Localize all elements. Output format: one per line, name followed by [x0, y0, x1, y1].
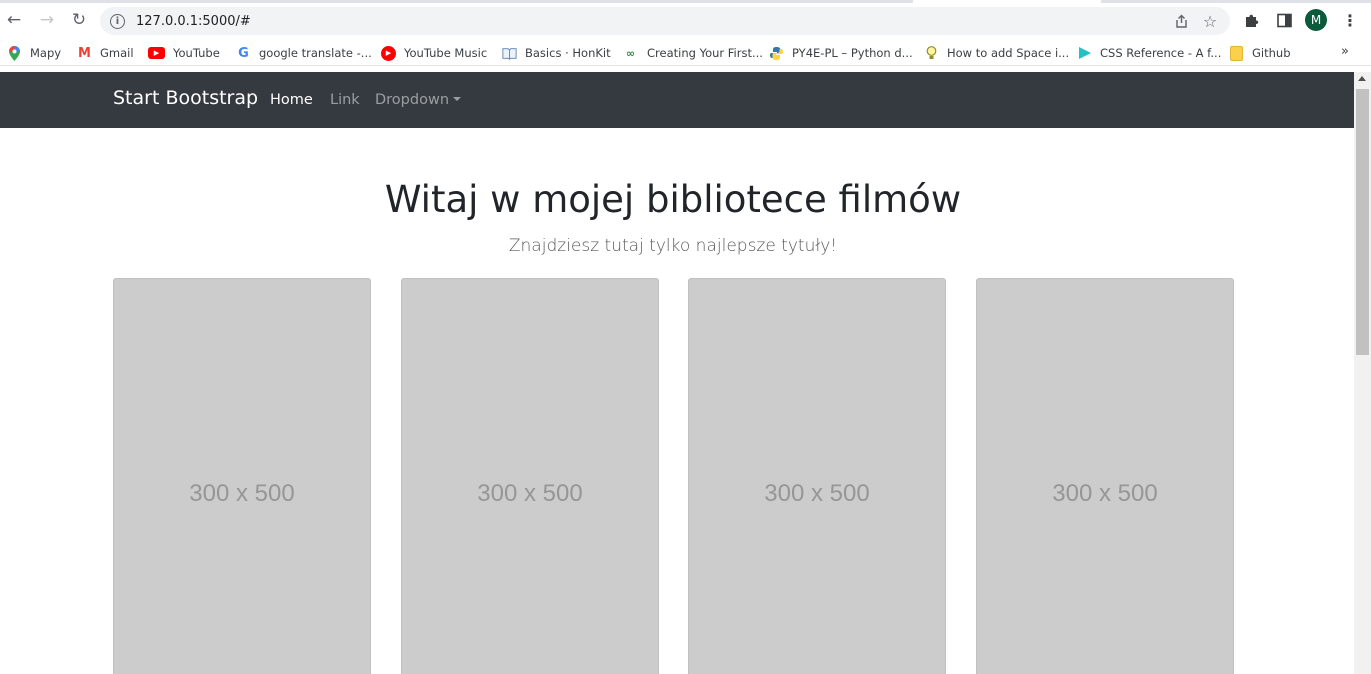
bookmark-label: Mapy	[30, 46, 62, 60]
poster-placeholder-text: 300 x 500	[1052, 480, 1158, 507]
page-title: Witaj w mojej bibliotece filmów	[384, 178, 962, 221]
book-icon	[502, 46, 517, 61]
star-icon[interactable]: ☆	[1200, 11, 1220, 31]
page-viewport: Start Bootstrap Home Link Dropdown Witaj…	[0, 72, 1354, 674]
vertical-scrollbar[interactable]	[1354, 72, 1371, 674]
bookmark-label: PY4E-PL – Python d...	[792, 46, 913, 60]
bookmark-label: YouTube	[173, 46, 220, 60]
poster-placeholder-text: 300 x 500	[477, 480, 583, 507]
bookmark-label: Gmail	[100, 46, 134, 60]
youtube-music-icon: ▶	[381, 45, 396, 61]
youtube-icon: ▶	[148, 47, 165, 59]
bookmark-honkit[interactable]: Basics · HonKit	[502, 44, 611, 62]
bookmark-label: Basics · HonKit	[525, 46, 611, 60]
bookmark-label: Github	[1252, 46, 1291, 60]
browser-toolbar: ← → ↻ i 127.0.0.1:5000/# ☆ M ⋮	[0, 0, 1371, 40]
bookmark-py4e[interactable]: PY4E-PL – Python d...	[769, 44, 913, 62]
bookmark-label: CSS Reference - A f...	[1100, 46, 1222, 60]
nav-link-home[interactable]: Home	[270, 92, 313, 108]
side-panel-icon[interactable]	[1273, 9, 1295, 31]
bookmark-label: How to add Space i...	[947, 46, 1070, 60]
more-bookmarks-chevron-icon[interactable]: »	[1341, 44, 1349, 59]
bookmark-mapy[interactable]: Mapy	[7, 44, 61, 62]
bookmark-creating-your-first[interactable]: ∞ Creating Your First...	[622, 44, 763, 62]
profile-avatar[interactable]: M	[1305, 9, 1327, 31]
url-text[interactable]: 127.0.0.1:5000/#	[136, 14, 251, 29]
maps-pin-icon	[7, 45, 22, 61]
movie-card[interactable]: 300 x 500	[401, 278, 659, 674]
bookmark-gmail[interactable]: M Gmail	[77, 44, 134, 62]
nav-dropdown-label: Dropdown	[375, 92, 450, 108]
gfg-icon: ∞	[625, 46, 636, 60]
movie-card[interactable]: 300 x 500	[976, 278, 1234, 674]
page-subtitle: Znajdziesz tutaj tylko najlepsze tytuły!	[508, 236, 838, 256]
bookmark-label: Creating Your First...	[647, 46, 763, 60]
share-icon[interactable]	[1171, 11, 1191, 31]
movie-card[interactable]: 300 x 500	[113, 278, 371, 674]
puzzle-icon[interactable]	[1241, 9, 1263, 31]
back-icon[interactable]: ←	[3, 9, 25, 31]
reload-icon[interactable]: ↻	[68, 9, 90, 31]
bookmarks-bar: Mapy M Gmail ▶ YouTube G google translat…	[0, 40, 1371, 66]
bookmark-youtube-music[interactable]: ▶ YouTube Music	[381, 44, 487, 62]
nav-link-link[interactable]: Link	[330, 92, 360, 108]
movie-card[interactable]: 300 x 500	[688, 278, 946, 674]
bookmark-label: google translate -...	[259, 46, 372, 60]
bookmark-css-reference[interactable]: CSS Reference - A f...	[1077, 44, 1221, 62]
info-icon[interactable]: i	[110, 13, 125, 29]
forward-icon[interactable]: →	[36, 9, 58, 31]
navbar-brand[interactable]: Start Bootstrap	[113, 87, 258, 109]
bookmark-label: YouTube Music	[404, 46, 488, 60]
top-navbar: Start Bootstrap Home Link Dropdown	[0, 72, 1354, 128]
gmail-icon: M	[78, 45, 91, 61]
bookmark-google-translate[interactable]: G google translate -...	[236, 44, 372, 62]
bookmark-how-to-add-space[interactable]: How to add Space i...	[924, 44, 1069, 62]
address-bar[interactable]: i 127.0.0.1:5000/# ☆	[100, 7, 1230, 35]
poster-placeholder-text: 300 x 500	[764, 480, 870, 507]
nav-dropdown[interactable]: Dropdown	[375, 92, 462, 108]
bookmark-github[interactable]: Github	[1229, 44, 1291, 62]
bookmark-youtube[interactable]: ▶ YouTube	[148, 44, 220, 62]
google-icon: G	[238, 45, 249, 61]
caret-down-icon	[453, 97, 462, 101]
poster-placeholder-text: 300 x 500	[189, 480, 295, 507]
folder-icon	[1229, 45, 1244, 61]
css-ref-icon	[1077, 46, 1092, 61]
scrollbar-thumb[interactable]	[1356, 89, 1369, 355]
python-icon	[769, 46, 784, 61]
lightbulb-icon	[924, 45, 939, 61]
tab-strip-edge	[0, 0, 1371, 3]
kebab-menu-icon[interactable]: ⋮	[1339, 9, 1361, 31]
scroll-up-arrow-icon[interactable]	[1358, 76, 1366, 81]
active-tab-edge	[913, 0, 1101, 3]
